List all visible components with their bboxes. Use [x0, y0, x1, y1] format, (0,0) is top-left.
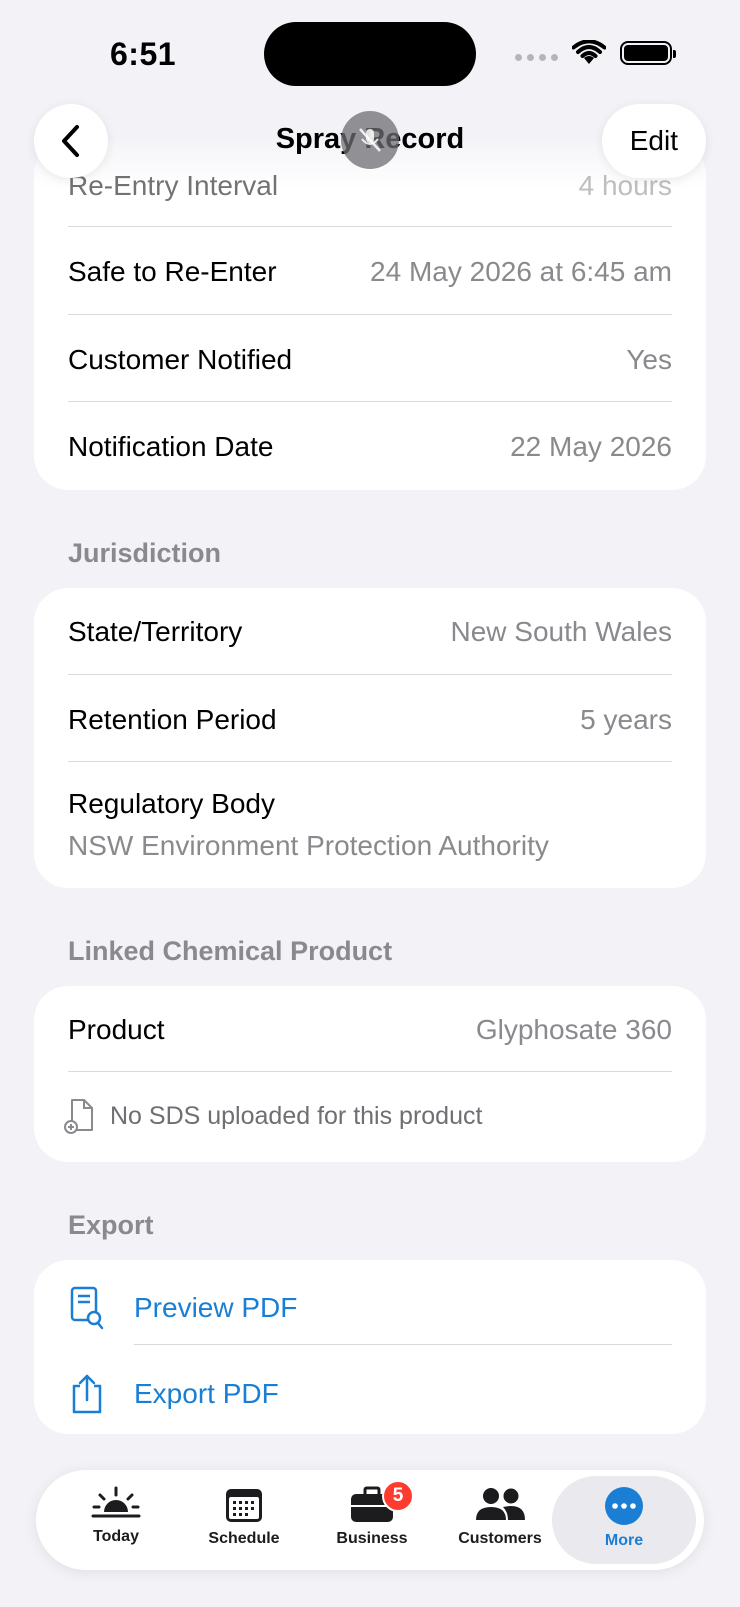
export-pdf-label: Export PDF: [134, 1378, 279, 1409]
row-label: Customer Notified: [68, 344, 293, 375]
status-time: 6:51: [110, 36, 177, 72]
tab-label: Today: [93, 1528, 139, 1545]
status-bar: 6:51: [0, 0, 740, 110]
row-label: Safe to Re-Enter: [68, 256, 277, 287]
row-value: 5 years: [580, 704, 672, 735]
row-label: Re-Entry Interval: [68, 170, 279, 201]
tab-label: Customers: [458, 1530, 542, 1547]
document-magnifier-icon: [70, 1286, 104, 1330]
tab-business[interactable]: Business 5: [308, 1470, 436, 1570]
preview-pdf-button[interactable]: Preview PDF: [68, 1280, 672, 1336]
tab-label: Business: [336, 1530, 408, 1547]
divider: [68, 761, 672, 762]
status-icons: [515, 40, 676, 66]
sds-note-text: No SDS uploaded for this product: [110, 1101, 483, 1130]
row-value: 24 May 2026 at 6:45 am: [370, 256, 672, 287]
share-icon: [72, 1374, 102, 1414]
preview-pdf-label: Preview PDF: [134, 1292, 298, 1323]
customer-notified-row: Customer Notified Yes: [68, 340, 672, 380]
divider: [68, 674, 672, 675]
battery-icon: [620, 41, 676, 65]
tab-label: Schedule: [208, 1530, 280, 1547]
row-value: Glyphosate 360: [475, 1014, 672, 1045]
sunrise-icon: [91, 1486, 141, 1518]
edit-button[interactable]: Edit: [601, 104, 706, 178]
tab-more[interactable]: More: [552, 1476, 696, 1564]
dynamic-island: [264, 22, 476, 86]
divider: [68, 401, 672, 402]
tab-customers[interactable]: Customers: [436, 1470, 564, 1570]
row-label: Product: [68, 1014, 165, 1045]
regulatory-body-value: NSW Environment Protection Authority: [68, 830, 549, 861]
calendar-icon: [226, 1489, 262, 1522]
retention-period-row: Retention Period 5 years: [68, 700, 672, 740]
sds-note-row[interactable]: No SDS uploaded for this product: [64, 1098, 482, 1134]
wifi-icon: [572, 40, 606, 64]
state-territory-row: State/Territory New South Wales: [68, 612, 672, 652]
reentry-interval-row: Re-Entry Interval 4 hours: [68, 166, 672, 206]
divider: [68, 226, 672, 227]
section-header-jurisdiction: Jurisdiction: [68, 538, 222, 568]
document-add-icon: [64, 1099, 93, 1134]
divider: [68, 314, 672, 315]
notification-badge: 5: [382, 1480, 414, 1512]
safe-to-reenter-row: Safe to Re-Enter 24 May 2026 at 6:45 am: [68, 252, 672, 292]
product-row[interactable]: Product Glyphosate 360: [68, 1010, 672, 1050]
section-header-export: Export: [68, 1210, 154, 1240]
row-value: New South Wales: [450, 616, 673, 647]
ellipsis-circle-icon: [605, 1487, 643, 1525]
tab-today[interactable]: Today: [52, 1470, 180, 1570]
tab-schedule[interactable]: Schedule: [180, 1470, 308, 1570]
row-value: Yes: [626, 344, 672, 375]
mic-off-icon: [341, 111, 399, 169]
notification-date-row: Notification Date 22 May 2026: [68, 427, 672, 467]
tab-bar: Today Schedule Business 5 Customers More: [36, 1470, 704, 1570]
row-label: Retention Period: [68, 704, 277, 735]
divider: [134, 1344, 672, 1345]
row-value: 22 May 2026: [510, 431, 672, 462]
regulatory-body-label: Regulatory Body: [68, 788, 276, 819]
divider: [68, 1071, 672, 1072]
row-label: Notification Date: [68, 431, 274, 462]
people-icon: [476, 1488, 525, 1520]
tab-label: More: [604, 1532, 644, 1549]
cellular-signal-icon: [515, 53, 558, 61]
row-label: State/Territory: [68, 616, 243, 647]
export-pdf-button[interactable]: Export PDF: [68, 1366, 672, 1422]
section-header-linked-product: Linked Chemical Product: [68, 936, 393, 966]
